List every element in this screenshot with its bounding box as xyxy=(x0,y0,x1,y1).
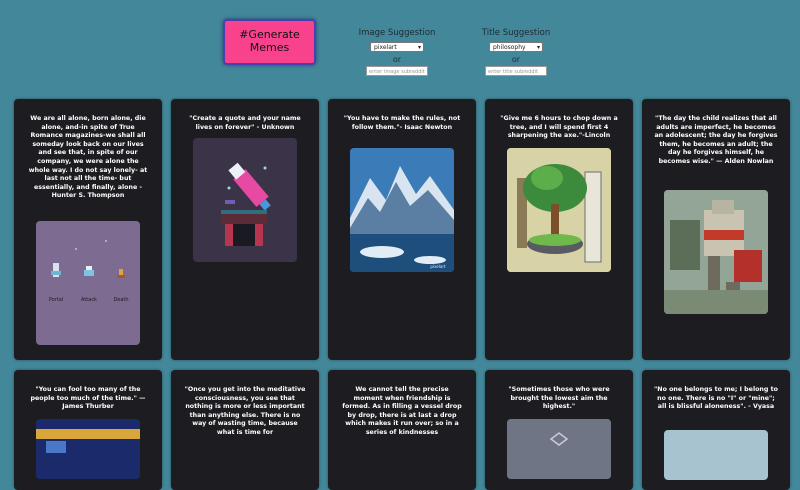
meme-image xyxy=(507,419,611,479)
meme-image xyxy=(507,148,611,272)
meme-card[interactable]: "Create a quote and your name lives on f… xyxy=(171,99,319,360)
meme-quote: "The day the child realizes that all adu… xyxy=(654,115,778,165)
image-or-label: or xyxy=(392,55,402,64)
meme-quote: "Give me 6 hours to chop down a tree, an… xyxy=(500,115,618,140)
meme-quote: "Once you get into the meditative consci… xyxy=(184,386,306,436)
image-watermark: pixelart xyxy=(430,264,446,269)
meme-quote: "No one belongs to me; I belong to no on… xyxy=(654,386,778,411)
meme-card[interactable]: "Give me 6 hours to chop down a tree, an… xyxy=(485,99,633,360)
chevron-down-icon: ▾ xyxy=(417,44,421,51)
image-suggestion-value: pixelart xyxy=(374,44,397,51)
meme-card[interactable]: We are all alone, born alone, die alone,… xyxy=(14,99,162,360)
meme-card[interactable]: We cannot tell the precise moment when f… xyxy=(328,370,476,490)
meme-quote: We are all alone, born alone, die alone,… xyxy=(28,115,148,200)
chevron-down-icon: ▾ xyxy=(536,44,540,51)
title-or-label: or xyxy=(511,55,521,64)
meme-quote: "You have to make the rules, not follow … xyxy=(343,115,461,131)
meme-image xyxy=(36,419,140,479)
meme-quote: "Create a quote and your name lives on f… xyxy=(189,115,301,131)
image-label-portal: Portal xyxy=(49,297,63,303)
meme-card[interactable]: "You can fool too many of the people too… xyxy=(14,370,162,490)
meme-image: pixelart xyxy=(350,148,454,272)
meme-image xyxy=(193,138,297,262)
image-label-death: Death xyxy=(113,297,128,303)
image-subreddit-input[interactable]: enter image subreddit xyxy=(366,66,428,76)
meme-card[interactable]: "Sometimes those who were brought the lo… xyxy=(485,370,633,490)
image-label-attack: Attack xyxy=(81,297,97,303)
title-suggestion-label: Title Suggestion xyxy=(481,28,551,38)
title-suggestion-value: philosophy xyxy=(493,44,526,51)
meme-quote: "Sometimes those who were brought the lo… xyxy=(508,386,610,411)
image-suggestion-group: Image Suggestion pixelart ▾ or enter imag… xyxy=(347,28,447,76)
meme-card[interactable]: "No one belongs to me; I belong to no on… xyxy=(642,370,790,490)
meme-card[interactable]: "You have to make the rules, not follow … xyxy=(328,99,476,360)
meme-image xyxy=(664,190,768,314)
image-suggestion-label: Image Suggestion xyxy=(358,28,436,38)
meme-quote: "You can fool too many of the people too… xyxy=(30,386,146,411)
generate-memes-button[interactable]: #Generate Memes xyxy=(223,19,316,65)
meme-card[interactable]: "Once you get into the meditative consci… xyxy=(171,370,319,490)
title-suggestion-select[interactable]: philosophy ▾ xyxy=(489,42,543,52)
image-suggestion-select[interactable]: pixelart ▾ xyxy=(370,42,424,52)
meme-image: Portal Attack Death xyxy=(36,221,140,345)
meme-card[interactable]: "The day the child realizes that all adu… xyxy=(642,99,790,360)
meme-image xyxy=(664,430,768,480)
meme-quote: We cannot tell the precise moment when f… xyxy=(342,386,462,436)
title-subreddit-input[interactable]: enter title subreddit xyxy=(485,66,547,76)
title-suggestion-group: Title Suggestion philosophy ▾ or enter ti… xyxy=(466,28,566,76)
